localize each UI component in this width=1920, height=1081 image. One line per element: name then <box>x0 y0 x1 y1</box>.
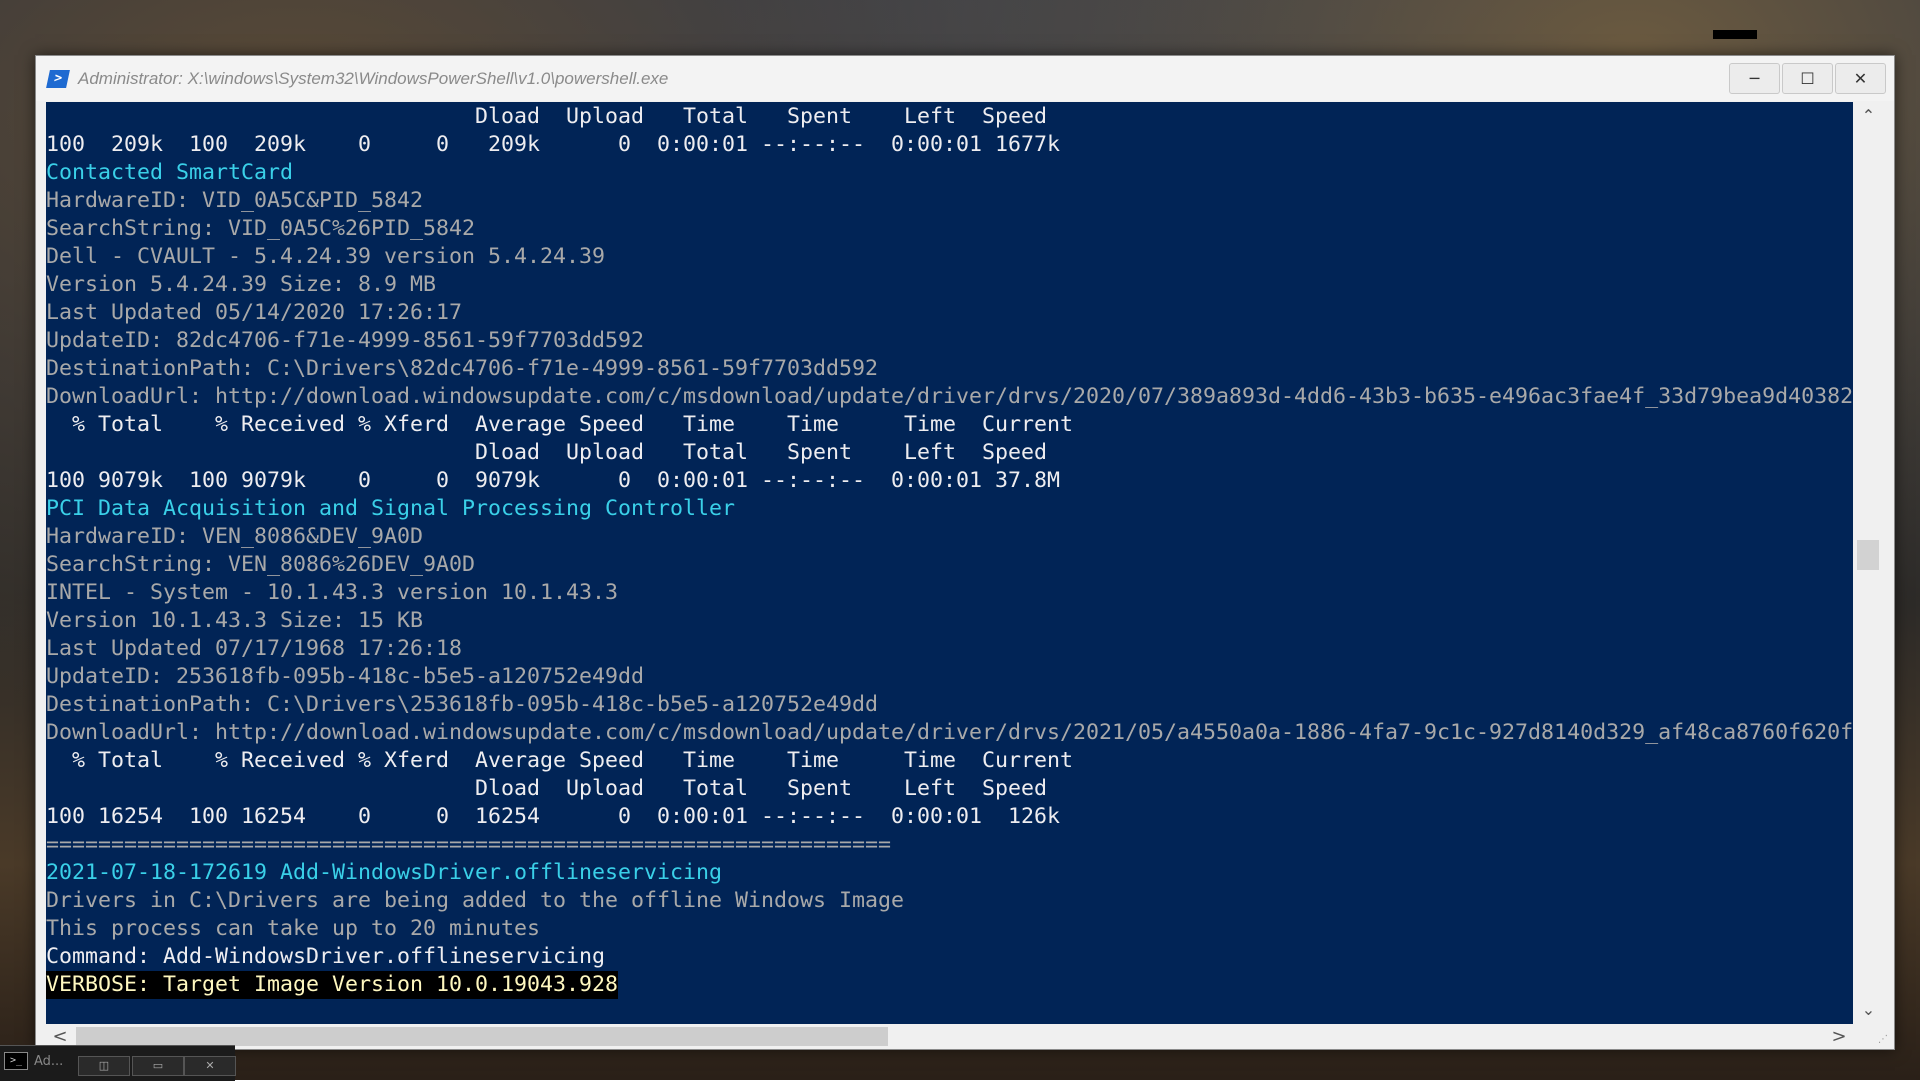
console-line: This process can take up to 20 minutes <box>46 915 540 943</box>
taskbar-close-icon[interactable]: ✕ <box>184 1056 236 1076</box>
console-line: Contacted SmartCard <box>46 159 293 187</box>
console-line: Last Updated 07/17/1968 17:26:18 <box>46 635 462 663</box>
resize-grip-icon[interactable]: ⋰ <box>1878 1034 1888 1045</box>
console-line: Dell - CVAULT - 5.4.24.39 version 5.4.24… <box>46 243 605 271</box>
console-line: SearchString: VID_0A5C%26PID_5842 <box>46 215 475 243</box>
taskbar-label: Ad... <box>34 1054 63 1069</box>
console-line: UpdateID: 253618fb-095b-418c-b5e5-a12075… <box>46 663 644 691</box>
powershell-window: > Administrator: X:\windows\System32\Win… <box>35 55 1895 1050</box>
console-line: 2021-07-18-172619 Add-WindowsDriver.offl… <box>46 859 722 887</box>
console-line: INTEL - System - 10.1.43.3 version 10.1.… <box>46 579 618 607</box>
scroll-up-arrow[interactable]: ⌃ <box>1853 104 1884 128</box>
vertical-scroll-thumb[interactable] <box>1857 540 1879 570</box>
console-icon: >_ <box>4 1052 28 1070</box>
scroll-right-arrow[interactable]: > <box>1827 1024 1851 1049</box>
close-button[interactable]: ✕ <box>1835 63 1886 94</box>
console-line: Dload Upload Total Spent Left Speed <box>46 439 1047 467</box>
vertical-scrollbar[interactable]: ⌃ ⌄ <box>1853 102 1884 1024</box>
console-line: HardwareID: VEN_8086&DEV_9A0D <box>46 523 423 551</box>
console-line: DestinationPath: C:\Drivers\253618fb-095… <box>46 691 878 719</box>
taskbar-preview[interactable]: >_ Ad... ◫ ▭ ✕ <box>0 1045 235 1081</box>
desktop-mark <box>1713 30 1757 39</box>
console-line: PCI Data Acquisition and Signal Processi… <box>46 495 735 523</box>
window-controls: ─ ☐ ✕ <box>1729 63 1886 94</box>
console-line: Drivers in C:\Drivers are being added to… <box>46 887 904 915</box>
console-line: ========================================… <box>46 831 891 859</box>
console-line: 100 209k 100 209k 0 0 209k 0 0:00:01 --:… <box>46 131 1060 159</box>
console-line: Version 5.4.24.39 Size: 8.9 MB <box>46 271 436 299</box>
title-bar[interactable]: > Administrator: X:\windows\System32\Win… <box>36 56 1894 101</box>
powershell-icon: > <box>46 70 70 88</box>
console-line: % Total % Received % Xferd Average Speed… <box>46 747 1073 775</box>
taskbar-minimize-icon[interactable]: ▭ <box>132 1056 184 1076</box>
console-line: Dload Upload Total Spent Left Speed <box>46 775 1047 803</box>
console-output[interactable]: Dload Upload Total Spent Left Speed 100 … <box>46 102 1853 1024</box>
console-line: Last Updated 05/14/2020 17:26:17 <box>46 299 462 327</box>
console-line: UpdateID: 82dc4706-f71e-4999-8561-59f770… <box>46 327 644 355</box>
window-title: Administrator: X:\windows\System32\Windo… <box>78 69 668 89</box>
console-line: DestinationPath: C:\Drivers\82dc4706-f71… <box>46 355 878 383</box>
console-line: 100 9079k 100 9079k 0 0 9079k 0 0:00:01 … <box>46 467 1060 495</box>
console-line: DownloadUrl: http://download.windowsupda… <box>46 719 1853 747</box>
console-line: 100 16254 100 16254 0 0 16254 0 0:00:01 … <box>46 803 1060 831</box>
maximize-button[interactable]: ☐ <box>1782 63 1833 94</box>
verbose-line: VERBOSE: Target Image Version 10.0.19043… <box>46 971 618 999</box>
console-line: HardwareID: VID_0A5C&PID_5842 <box>46 187 423 215</box>
horizontal-scrollbar[interactable]: < > <box>46 1024 1853 1049</box>
console-line: Dload Upload Total Spent Left Speed <box>46 103 1047 131</box>
console-line: Version 10.1.43.3 Size: 15 KB <box>46 607 423 635</box>
minimize-button[interactable]: ─ <box>1729 63 1780 94</box>
scroll-down-arrow[interactable]: ⌄ <box>1853 998 1884 1022</box>
console-line: SearchString: VEN_8086%26DEV_9A0D <box>46 551 475 579</box>
taskbar-restore-icon[interactable]: ◫ <box>78 1056 130 1076</box>
console-line: Command: Add-WindowsDriver.offlineservic… <box>46 943 605 971</box>
console-line: % Total % Received % Xferd Average Speed… <box>46 411 1073 439</box>
horizontal-scroll-thumb[interactable] <box>76 1027 888 1046</box>
console-line: DownloadUrl: http://download.windowsupda… <box>46 383 1853 411</box>
